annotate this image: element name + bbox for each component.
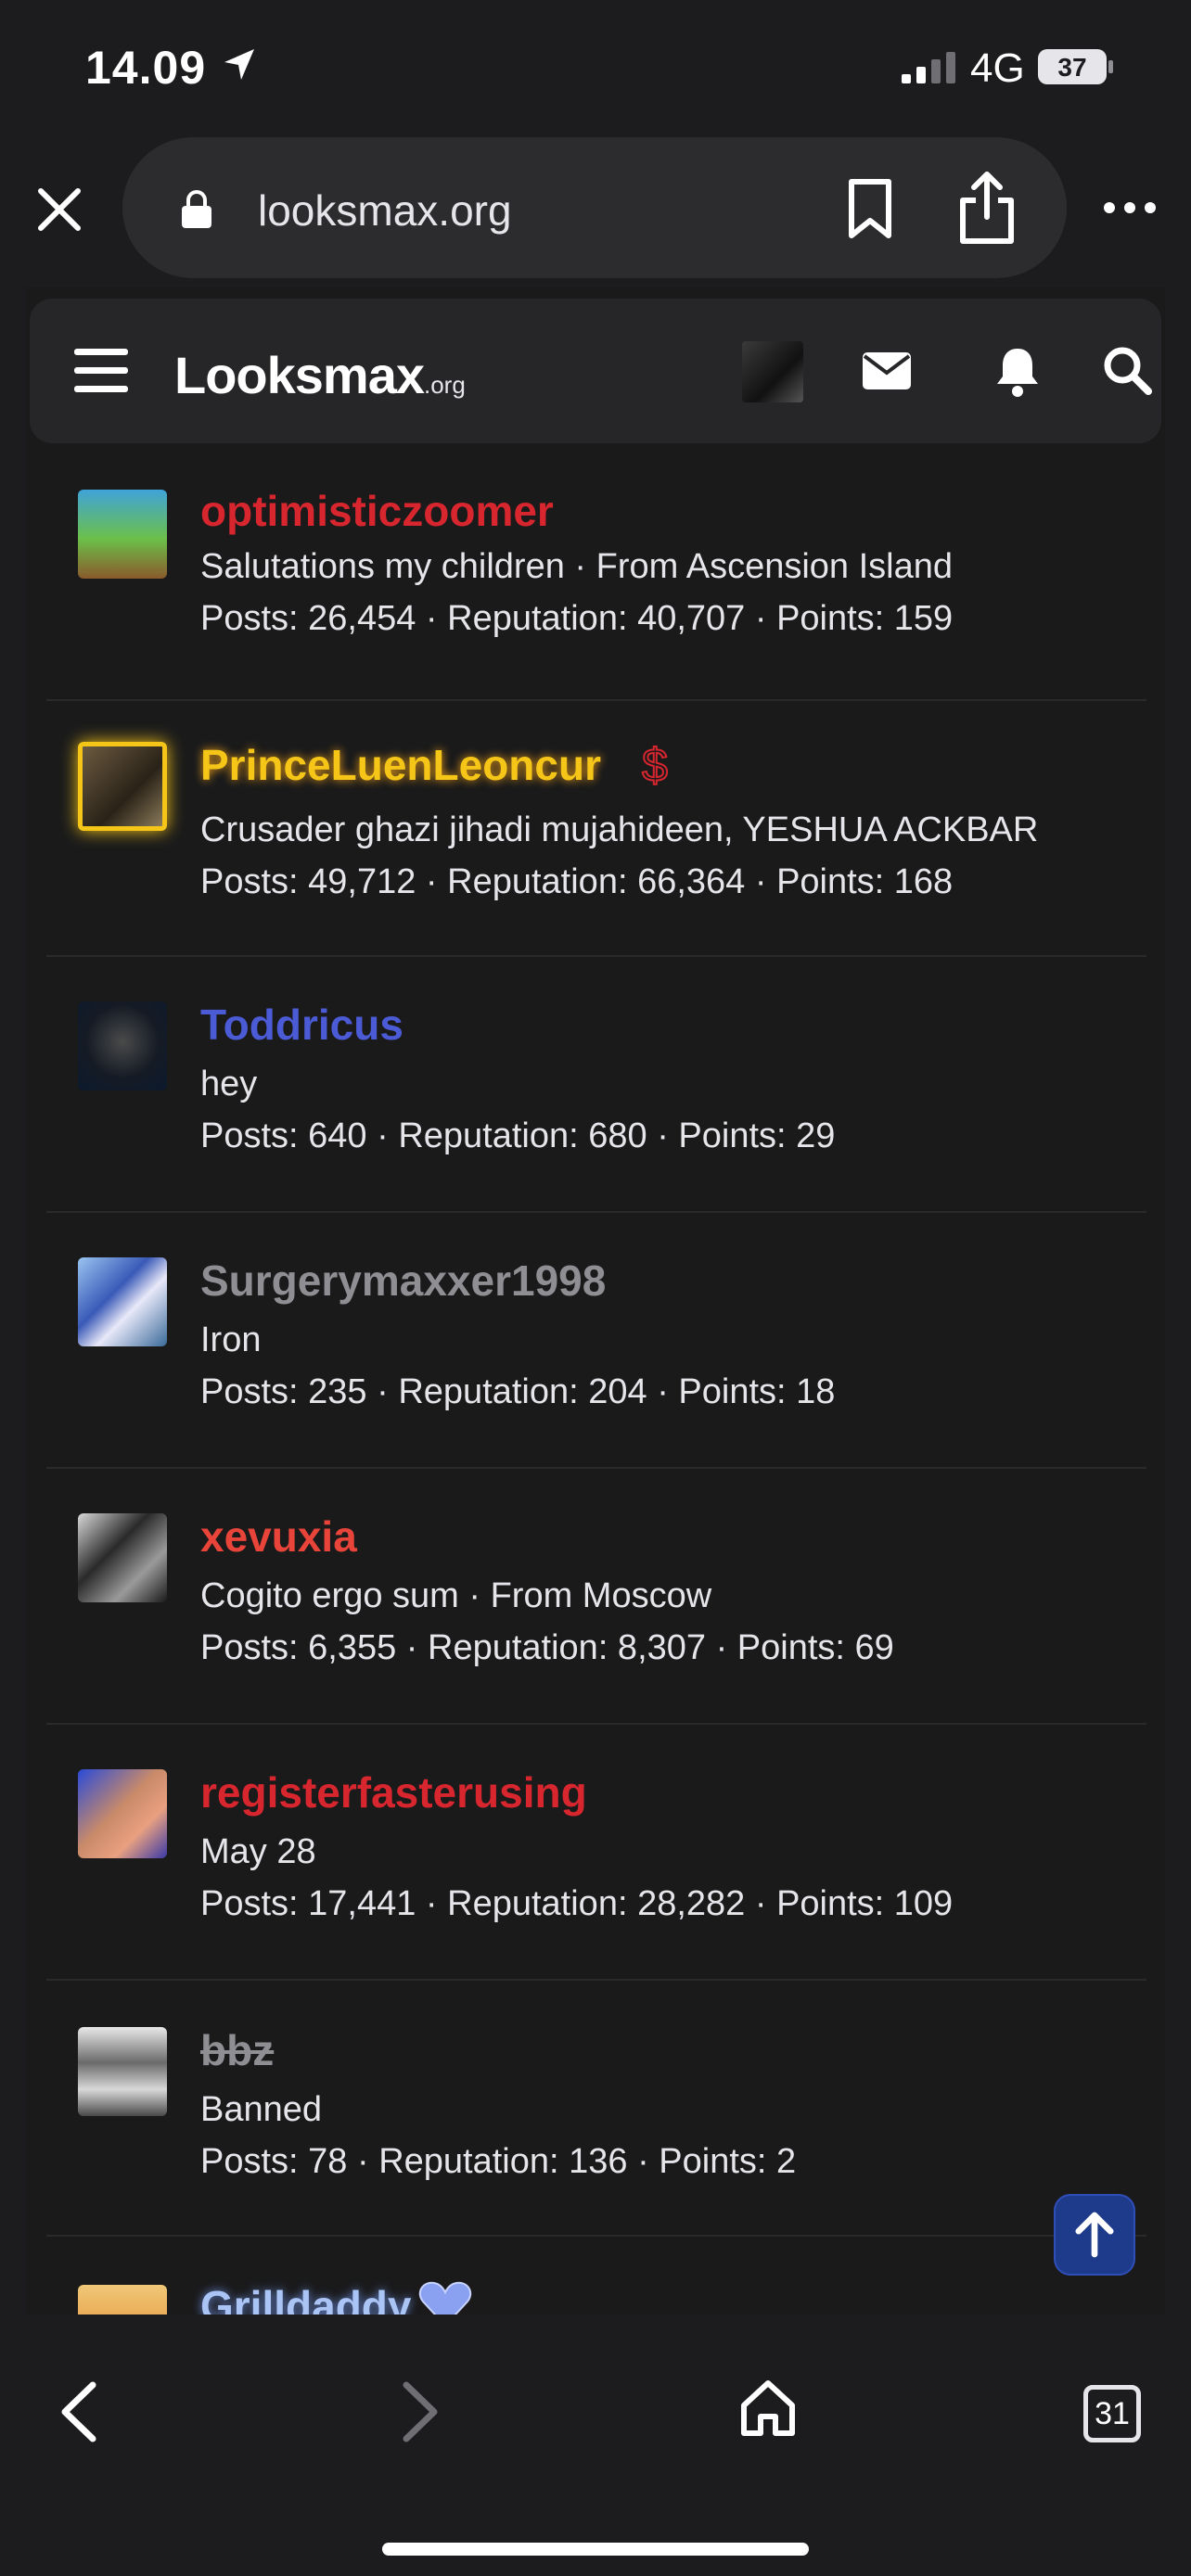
- address-bar[interactable]: looksmax.org: [122, 137, 1067, 278]
- member-stats: Posts: 78 · Reputation: 136 · Points: 2: [200, 2142, 797, 2181]
- member-name[interactable]: bbz: [200, 2025, 274, 2075]
- member-avatar[interactable]: [78, 490, 167, 579]
- member-name[interactable]: Toddricus: [200, 1000, 403, 1050]
- scroll-to-top-button[interactable]: [1054, 2194, 1135, 2276]
- member-avatar[interactable]: [78, 1513, 167, 1602]
- member-stats: Posts: 640 · Reputation: 680 · Points: 2…: [200, 1116, 836, 1155]
- status-bar: 14.09 4G 37: [0, 0, 1191, 130]
- member-title: Cogito ergo sum · From Moscow: [200, 1576, 712, 1615]
- list-item[interactable]: registerfasterusing May 28 Posts: 17,441…: [46, 1725, 1146, 1981]
- member-name[interactable]: PrinceLuenLeoncur: [200, 740, 601, 790]
- logo-suffix: .org: [424, 371, 466, 399]
- more-icon[interactable]: [1102, 200, 1158, 215]
- member-name[interactable]: xevuxia: [200, 1511, 357, 1562]
- mail-icon[interactable]: [863, 352, 911, 389]
- list-item[interactable]: optimisticzoomer Salutations my children…: [46, 482, 1146, 701]
- member-stats: Posts: 26,454 · Reputation: 40,707 · Poi…: [200, 599, 954, 638]
- member-avatar[interactable]: [78, 1001, 167, 1090]
- logo-main: Looksmax: [174, 346, 425, 404]
- list-item[interactable]: Surgerymaxxer1998 Iron Posts: 235 · Repu…: [46, 1213, 1146, 1469]
- tabs-button[interactable]: 31: [1083, 2385, 1141, 2442]
- battery-level: 37: [1057, 53, 1086, 82]
- member-stats: Posts: 49,712 · Reputation: 66,364 · Poi…: [200, 862, 954, 901]
- member-title: hey: [200, 1065, 258, 1103]
- member-stats: Posts: 17,441 · Reputation: 28,282 · Poi…: [200, 1884, 954, 1923]
- list-item[interactable]: xevuxia Cogito ergo sum · From Moscow Po…: [46, 1469, 1146, 1725]
- member-title: Banned: [200, 2090, 323, 2129]
- diamond-heart-icon: [418, 2281, 472, 2315]
- arrow-up-icon: [1075, 2212, 1114, 2258]
- back-icon[interactable]: [58, 2379, 98, 2444]
- list-item[interactable]: Grilldaddy: [46, 2237, 1146, 2315]
- member-avatar[interactable]: [78, 1769, 167, 1858]
- lock-icon: [182, 190, 211, 228]
- home-indicator: [382, 2543, 809, 2556]
- member-stats: Posts: 235 · Reputation: 204 · Points: 1…: [200, 1372, 836, 1411]
- member-avatar[interactable]: [78, 2027, 167, 2116]
- member-name[interactable]: optimisticzoomer: [200, 486, 554, 536]
- member-title: Crusader ghazi jihadi mujahideen, YESHUA…: [200, 810, 1039, 849]
- bell-icon[interactable]: [994, 345, 1041, 397]
- search-icon[interactable]: [1102, 345, 1152, 395]
- share-icon[interactable]: [957, 171, 1017, 245]
- url-text: looksmax.org: [258, 186, 512, 235]
- location-arrow-icon: [224, 49, 254, 80]
- member-title: Salutations my children · From Ascension…: [200, 547, 954, 586]
- member-name[interactable]: Surgerymaxxer1998: [200, 1256, 606, 1306]
- signal-icon: [902, 52, 955, 83]
- menu-icon[interactable]: [72, 345, 130, 397]
- member-avatar[interactable]: [78, 1257, 167, 1346]
- list-item[interactable]: PrinceLuenLeoncur $ Crusader ghazi jihad…: [46, 701, 1146, 957]
- status-time: 14.09: [85, 42, 207, 94]
- close-icon[interactable]: [33, 184, 85, 236]
- dollar-badge-icon: $: [641, 738, 669, 790]
- svg-text:$: $: [642, 739, 668, 790]
- site-logo[interactable]: Looksmax.org: [174, 345, 466, 405]
- member-name[interactable]: Grilldaddy: [200, 2281, 411, 2315]
- battery-icon: 37: [1038, 49, 1113, 84]
- member-avatar[interactable]: [78, 2285, 167, 2315]
- browser-toolbar: 31: [0, 2315, 1191, 2576]
- bookmark-icon[interactable]: [844, 178, 896, 239]
- network-label: 4G: [970, 45, 1025, 91]
- home-icon[interactable]: [740, 2379, 796, 2437]
- member-title: May 28: [200, 1832, 316, 1871]
- list-item[interactable]: bbz Banned Posts: 78 · Reputation: 136 ·…: [46, 1981, 1146, 2237]
- browser-bar: looksmax.org: [0, 130, 1191, 287]
- member-name[interactable]: registerfasterusing: [200, 1767, 587, 1817]
- member-stats: Posts: 6,355 · Reputation: 8,307 · Point…: [200, 1628, 894, 1667]
- list-item[interactable]: Toddricus hey Posts: 640 · Reputation: 6…: [46, 957, 1146, 1213]
- site-header: Looksmax.org: [30, 299, 1161, 443]
- forward-icon[interactable]: [401, 2379, 442, 2444]
- member-avatar[interactable]: [78, 742, 167, 831]
- member-title: Iron: [200, 1320, 262, 1359]
- user-avatar[interactable]: [742, 341, 803, 402]
